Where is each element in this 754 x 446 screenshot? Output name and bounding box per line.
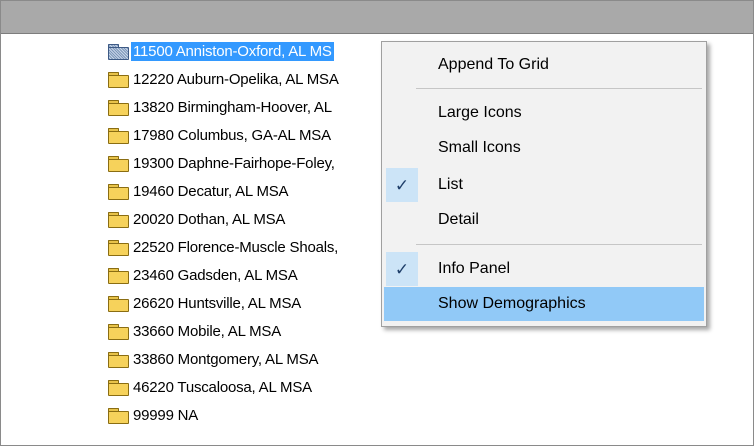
list-item-label: 46220 Tuscaloosa, AL MSA (133, 378, 312, 396)
geography-list: 11500 Anniston-Oxford, AL MS 12220 Aubur… (107, 37, 397, 429)
folder-icon (107, 379, 129, 396)
list-item[interactable]: 12220 Auburn-Opelika, AL MSA (107, 65, 397, 93)
list-item[interactable]: 26620 Huntsville, AL MSA (107, 289, 397, 317)
list-item-label: 23460 Gadsden, AL MSA (133, 266, 298, 284)
list-item-label: 13820 Birmingham-Hoover, AL (133, 98, 332, 116)
menu-separator (416, 244, 702, 245)
list-item[interactable]: 19300 Daphne-Fairhope-Foley, (107, 149, 397, 177)
list-item-label: 33660 Mobile, AL MSA (133, 322, 282, 340)
folder-icon (107, 127, 129, 144)
list-item-label: 20020 Dothan, AL MSA (133, 210, 286, 228)
header-bar (1, 1, 753, 34)
menu-item-detail[interactable]: Detail (384, 203, 704, 237)
menu-item-show-demographics[interactable]: Show Demographics (384, 287, 704, 321)
checkmark-icon: ✓ (386, 252, 418, 286)
menu-item-label: Show Demographics (438, 295, 586, 312)
list-item[interactable]: 33660 Mobile, AL MSA (107, 317, 397, 345)
list-item[interactable]: 99999 NA (107, 401, 397, 429)
menu-item-append-to-grid[interactable]: Append To Grid (384, 48, 704, 82)
folder-icon (107, 323, 129, 340)
folder-icon (107, 295, 129, 312)
folder-icon (107, 407, 129, 424)
context-menu: Append To Grid Large Icons Small Icons ✓… (381, 41, 707, 327)
menu-item-small-icons[interactable]: Small Icons (384, 131, 704, 165)
list-item[interactable]: 23460 Gadsden, AL MSA (107, 261, 397, 289)
list-item[interactable]: 46220 Tuscaloosa, AL MSA (107, 373, 397, 401)
folder-icon (107, 239, 129, 256)
folder-icon (107, 351, 129, 368)
folder-icon (107, 267, 129, 284)
list-item-label: 12220 Auburn-Opelika, AL MSA (133, 70, 339, 88)
folder-icon (107, 155, 129, 172)
list-item[interactable]: 20020 Dothan, AL MSA (107, 205, 397, 233)
menu-item-label: Small Icons (438, 139, 521, 156)
list-item-label: 19300 Daphne-Fairhope-Foley, (133, 154, 335, 172)
checkmark-icon: ✓ (386, 168, 418, 202)
list-item[interactable]: 11500 Anniston-Oxford, AL MS (107, 37, 397, 65)
folder-icon (107, 211, 129, 228)
list-item[interactable]: 22520 Florence-Muscle Shoals, (107, 233, 397, 261)
list-item-label: 33860 Montgomery, AL MSA (133, 350, 319, 368)
menu-item-label: List (438, 176, 463, 193)
menu-item-list[interactable]: ✓ List (384, 168, 704, 202)
list-item[interactable]: 17980 Columbus, GA-AL MSA (107, 121, 397, 149)
menu-item-info-panel[interactable]: ✓ Info Panel (384, 252, 704, 286)
explorer-window: 11500 Anniston-Oxford, AL MS 12220 Aubur… (0, 0, 754, 446)
menu-item-label: Detail (438, 211, 479, 228)
menu-item-label: Info Panel (438, 260, 511, 277)
folder-icon (107, 43, 129, 60)
list-item-label: 99999 NA (133, 406, 199, 424)
folder-icon (107, 71, 129, 88)
list-item-label: 17980 Columbus, GA-AL MSA (133, 126, 331, 144)
menu-item-label: Append To Grid (438, 56, 549, 73)
folder-icon (107, 99, 129, 116)
list-item-label: 22520 Florence-Muscle Shoals, (133, 238, 339, 256)
menu-item-large-icons[interactable]: Large Icons (384, 96, 704, 130)
list-item[interactable]: 33860 Montgomery, AL MSA (107, 345, 397, 373)
menu-separator (416, 88, 702, 89)
list-item-label: 11500 Anniston-Oxford, AL MS (131, 41, 334, 61)
menu-item-label: Large Icons (438, 104, 522, 121)
list-item-label: 19460 Decatur, AL MSA (133, 182, 289, 200)
list-item[interactable]: 19460 Decatur, AL MSA (107, 177, 397, 205)
list-item-label: 26620 Huntsville, AL MSA (133, 294, 302, 312)
list-item[interactable]: 13820 Birmingham-Hoover, AL (107, 93, 397, 121)
folder-icon (107, 183, 129, 200)
